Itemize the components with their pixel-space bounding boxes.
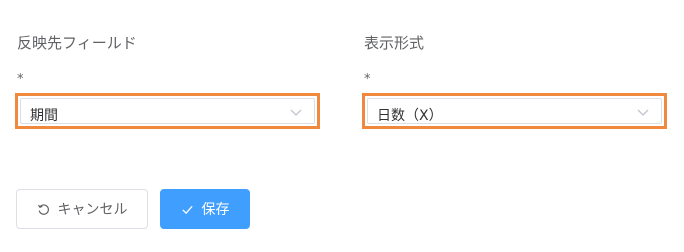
save-label: 保存 — [201, 202, 230, 218]
select-value: 期間 — [30, 108, 58, 124]
target-field-label: 反映先フィールド — [17, 34, 137, 52]
select-box[interactable]: 日数（X） — [367, 98, 662, 124]
cancel-label: キャンセル — [57, 202, 128, 218]
required-mark: * — [17, 72, 24, 87]
select-box[interactable]: 期間 — [20, 98, 315, 124]
chevron-down-icon[interactable] — [290, 107, 302, 117]
select-value: 日数（X） — [377, 108, 443, 124]
undo-icon — [37, 203, 49, 215]
save-button[interactable]: 保存 — [160, 189, 250, 229]
cancel-button[interactable]: キャンセル — [16, 189, 148, 229]
target-field-select[interactable]: 期間 — [15, 93, 320, 129]
display-format-label: 表示形式 — [364, 34, 425, 52]
check-icon — [181, 205, 193, 214]
required-mark: * — [364, 72, 371, 87]
chevron-down-icon[interactable] — [637, 107, 649, 117]
display-format-select[interactable]: 日数（X） — [362, 93, 667, 129]
